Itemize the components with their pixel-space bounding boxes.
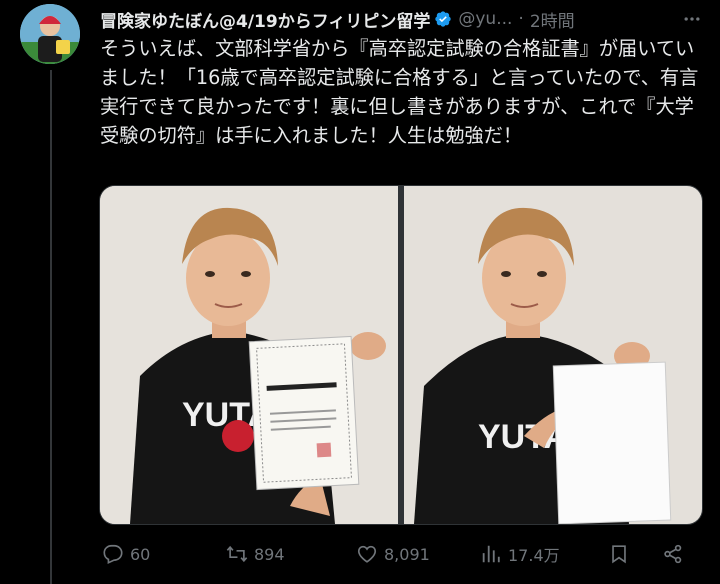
- verified-icon: [435, 11, 452, 27]
- media-grid: YUTA YUTA: [99, 185, 703, 525]
- tweet-text: そういえば、文部科学省から『高卒認定試験の合格証書』が届いていました！「16歳で…: [100, 37, 699, 147]
- like-button[interactable]: 8,091: [356, 543, 430, 565]
- reply-button[interactable]: 60: [102, 543, 150, 565]
- retweet-button[interactable]: 894: [226, 543, 285, 565]
- bookmark-icon: [612, 545, 626, 564]
- photo-left[interactable]: YUTA: [100, 186, 398, 524]
- share-button[interactable]: [662, 543, 684, 565]
- photo-right[interactable]: YUTA: [404, 186, 702, 524]
- action-bar: 60 894 8,091 17.4万: [100, 538, 700, 570]
- avatar[interactable]: [20, 4, 80, 64]
- retweet-icon: [226, 545, 248, 563]
- more-icon[interactable]: [678, 6, 706, 32]
- tweet-header: 冒険家ゆたぼん@4/19からフィリピン留学 @yu... · 2時間: [100, 6, 710, 32]
- views-icon: [482, 545, 500, 563]
- retweet-count: 894: [254, 544, 285, 564]
- separator-dot: ·: [518, 9, 524, 29]
- share-icon: [664, 544, 682, 564]
- author-handle[interactable]: @yu...: [458, 9, 512, 29]
- reply-icon: [103, 544, 123, 564]
- views-count: 17.4万: [508, 546, 560, 565]
- reply-count: 60: [130, 544, 151, 564]
- timestamp[interactable]: 2時間: [530, 7, 575, 32]
- views-button[interactable]: 17.4万: [480, 542, 560, 566]
- author-name[interactable]: 冒険家ゆたぼん@4/19からフィリピン留学: [100, 7, 430, 32]
- like-count: 8,091: [384, 544, 430, 564]
- bookmark-button[interactable]: [608, 543, 630, 565]
- thread-line: [50, 70, 52, 584]
- like-icon: [357, 545, 377, 563]
